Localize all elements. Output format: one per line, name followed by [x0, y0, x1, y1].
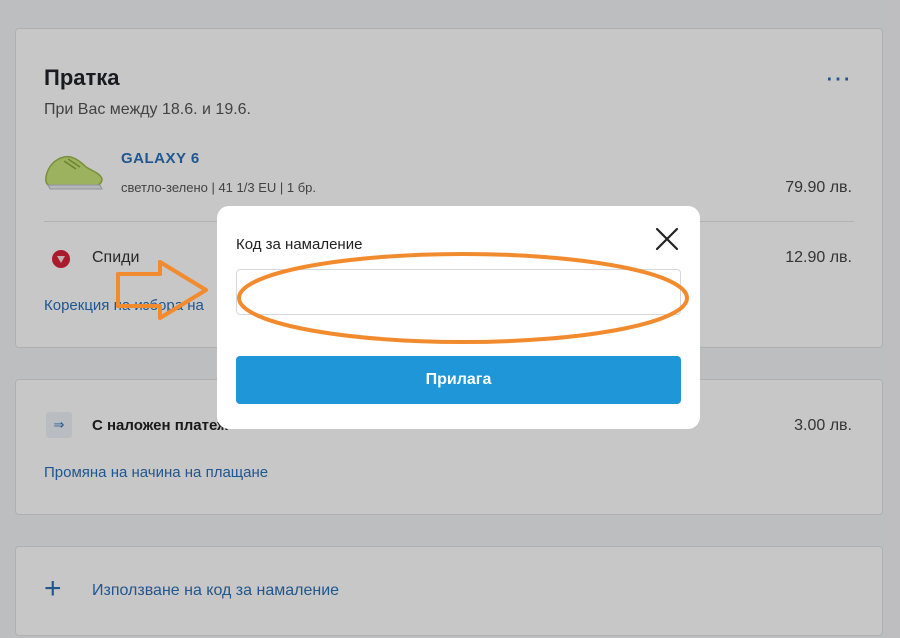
discount-code-input[interactable]: [236, 269, 681, 315]
close-icon[interactable]: [652, 224, 682, 254]
apply-button[interactable]: Прилага: [236, 356, 681, 404]
discount-code-label: Код за намаление: [236, 236, 363, 253]
discount-code-dialog: Код за намаление Прилага: [217, 206, 700, 429]
